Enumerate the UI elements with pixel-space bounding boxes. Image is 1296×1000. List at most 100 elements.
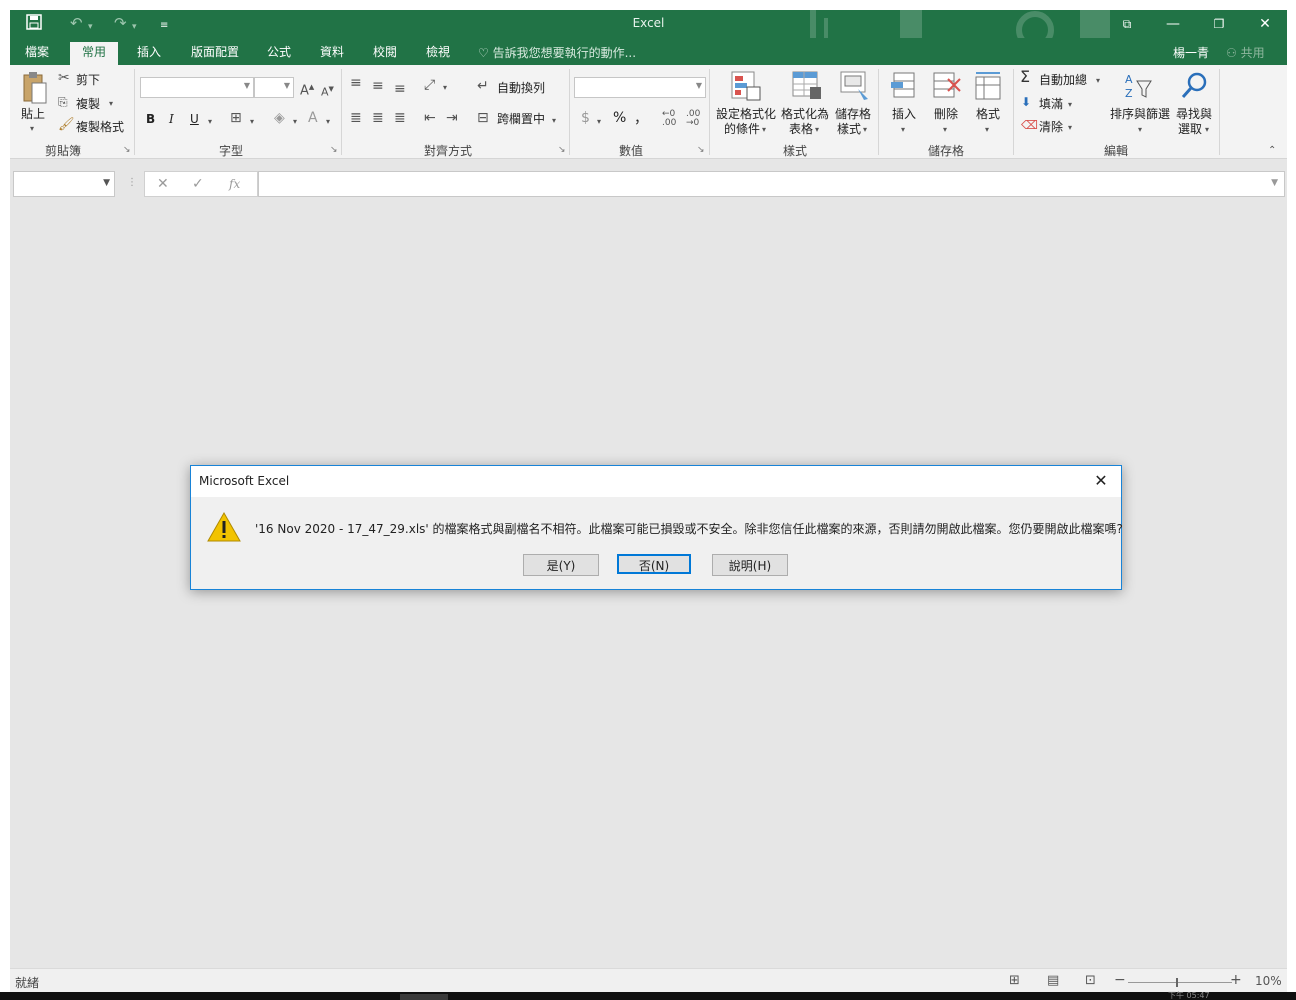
tell-me-box[interactable]: ♡ 告訴我您想要執行的動作... <box>478 44 636 61</box>
decrease-font-icon[interactable]: A▼ <box>321 81 334 101</box>
format-painter-button[interactable]: 複製格式 <box>76 118 124 135</box>
taskbar-app-item[interactable] <box>400 994 448 1000</box>
tab-data[interactable]: 資料 <box>320 43 344 65</box>
number-launcher-icon[interactable]: ↘ <box>697 145 705 155</box>
cancel-icon[interactable]: ✕ <box>157 176 169 192</box>
delete-cells-label: 刪除 <box>934 107 959 121</box>
increase-indent-icon[interactable]: ⇥ <box>446 110 458 126</box>
zoom-slider-thumb[interactable] <box>1176 978 1178 987</box>
tab-file[interactable]: 檔案 <box>25 43 49 65</box>
font-launcher-icon[interactable]: ↘ <box>330 145 338 155</box>
font-color-icon[interactable]: A <box>308 110 318 126</box>
number-format-dropdown[interactable]: ▼ <box>574 77 706 98</box>
minimize-button[interactable]: — <box>1153 13 1193 35</box>
alignment-launcher-icon[interactable]: ↘ <box>558 145 566 155</box>
clear-button[interactable]: 清除 <box>1039 118 1063 135</box>
currency-button[interactable]: $ <box>581 110 590 126</box>
ribbon-display-options-icon[interactable]: ⧉ <box>1107 13 1147 35</box>
help-button[interactable]: 說明(H) <box>712 554 788 576</box>
orientation-icon[interactable]: ⤢ <box>424 77 435 93</box>
underline-dropdown-icon[interactable]: ▾ <box>208 114 212 130</box>
align-right-icon[interactable]: ≣ <box>394 110 406 126</box>
percent-button[interactable]: % <box>613 110 626 126</box>
decrease-indent-icon[interactable]: ⇤ <box>424 110 436 126</box>
expand-formula-bar-icon[interactable]: ▼ <box>1271 178 1278 188</box>
font-name-dropdown[interactable]: ▼ <box>140 77 254 98</box>
zoom-slider[interactable] <box>1128 982 1232 983</box>
merge-dropdown-icon[interactable]: ▾ <box>552 113 556 129</box>
autosum-button[interactable]: 自動加總 <box>1039 71 1087 88</box>
formula-bar-splitter-icon[interactable]: ⋮ <box>127 175 137 191</box>
tab-home[interactable]: 常用 <box>70 42 119 65</box>
restore-button[interactable]: ❐ <box>1199 13 1239 35</box>
autosum-dropdown-icon[interactable]: ▾ <box>1096 73 1100 89</box>
align-center-icon[interactable]: ≣ <box>372 110 384 126</box>
formula-input[interactable]: ▼ <box>258 171 1285 197</box>
comma-button[interactable]: ， <box>634 108 648 128</box>
fill-button[interactable]: 填滿 <box>1039 95 1063 112</box>
magnifier-icon <box>1181 72 1207 98</box>
merge-center-button[interactable]: 跨欄置中 <box>497 110 545 127</box>
dialog-close-icon[interactable]: ✕ <box>1091 471 1111 490</box>
svg-text:Z: Z <box>1125 87 1133 100</box>
format-cells-icon <box>975 72 1001 100</box>
tab-formulas[interactable]: 公式 <box>267 43 291 65</box>
font-color-dropdown-icon[interactable]: ▾ <box>326 114 330 130</box>
copy-button[interactable]: 複製 <box>76 95 100 112</box>
tab-view[interactable]: 檢視 <box>426 43 450 65</box>
close-window-button[interactable]: ✕ <box>1245 13 1285 35</box>
fill-down-icon: ⬇ <box>1021 95 1032 109</box>
page-break-preview-icon[interactable]: ⊡ <box>1085 973 1096 988</box>
orientation-dropdown-icon[interactable]: ▾ <box>443 80 447 96</box>
collapse-ribbon-icon[interactable]: ⌃ <box>1268 143 1276 159</box>
decrease-decimal-icon[interactable]: .00 →0 <box>686 110 700 128</box>
underline-button[interactable]: U <box>190 112 199 126</box>
share-button[interactable]: ⚇ 共用 <box>1226 44 1265 61</box>
borders-icon[interactable]: ⊞ <box>230 110 242 126</box>
align-left-icon[interactable]: ≣ <box>350 110 362 126</box>
clear-dropdown-icon[interactable]: ▾ <box>1068 120 1072 136</box>
dialog-title-bar[interactable]: Microsoft Excel ✕ <box>191 466 1121 497</box>
zoom-in-icon[interactable]: + <box>1230 972 1242 988</box>
copy-dropdown-icon[interactable]: ▾ <box>109 96 113 112</box>
fill-dropdown-icon[interactable]: ▾ <box>1068 97 1072 113</box>
fill-color-dropdown-icon[interactable]: ▾ <box>293 114 297 130</box>
enter-check-icon[interactable]: ✓ <box>192 176 204 192</box>
chevron-down-icon: ▼ <box>695 81 702 90</box>
taskbar: 下午 05:47 <box>0 992 1296 1000</box>
format-table-dropdown-icon: ▾ <box>815 125 820 134</box>
tab-page-layout[interactable]: 版面配置 <box>191 43 239 65</box>
insert-function-icon[interactable]: fx <box>229 177 240 191</box>
yes-button[interactable]: 是(Y) <box>523 554 599 576</box>
tab-review[interactable]: 校閱 <box>373 43 397 65</box>
formula-bar: ▼ ⋮ ✕ ✓ fx ▼ <box>10 167 1287 199</box>
tab-insert[interactable]: 插入 <box>137 43 161 65</box>
page-layout-view-icon[interactable]: ▤ <box>1047 973 1059 988</box>
middle-align-icon[interactable]: ≡ <box>372 78 384 94</box>
italic-button[interactable]: I <box>169 112 174 126</box>
cut-button[interactable]: 剪下 <box>76 71 100 88</box>
wrap-text-button[interactable]: 自動換列 <box>497 79 545 96</box>
currency-dropdown-icon[interactable]: ▾ <box>597 114 601 130</box>
increase-font-icon[interactable]: A▲ <box>300 79 314 99</box>
bold-button[interactable]: B <box>146 112 155 126</box>
status-bar: 就緒 ⊞ ▤ ⊡ − + 10% <box>10 968 1287 995</box>
chevron-down-icon: ▼ <box>243 81 250 90</box>
font-size-dropdown[interactable]: ▼ <box>254 77 294 98</box>
cond-format-dropdown-icon: ▾ <box>762 125 767 134</box>
warning-icon <box>207 512 241 542</box>
no-button[interactable]: 否(N) <box>617 554 691 574</box>
normal-view-icon[interactable]: ⊞ <box>1009 973 1020 988</box>
taskbar-clock[interactable]: 下午 05:47 <box>1168 992 1210 1000</box>
user-name[interactable]: 楊一青 <box>1173 44 1209 61</box>
clipboard-launcher-icon[interactable]: ↘ <box>123 145 131 155</box>
increase-decimal-icon[interactable]: ←0.00 <box>662 110 676 128</box>
fill-color-icon[interactable]: ◈ <box>274 110 285 126</box>
zoom-out-icon[interactable]: − <box>1114 972 1126 988</box>
borders-dropdown-icon[interactable]: ▾ <box>250 114 254 130</box>
bottom-align-icon[interactable]: ≡ <box>394 81 406 97</box>
zoom-level[interactable]: 10% <box>1255 974 1282 988</box>
name-box[interactable]: ▼ <box>13 171 115 197</box>
top-align-icon[interactable]: ≡ <box>350 75 362 91</box>
status-ready: 就緒 <box>15 976 40 990</box>
